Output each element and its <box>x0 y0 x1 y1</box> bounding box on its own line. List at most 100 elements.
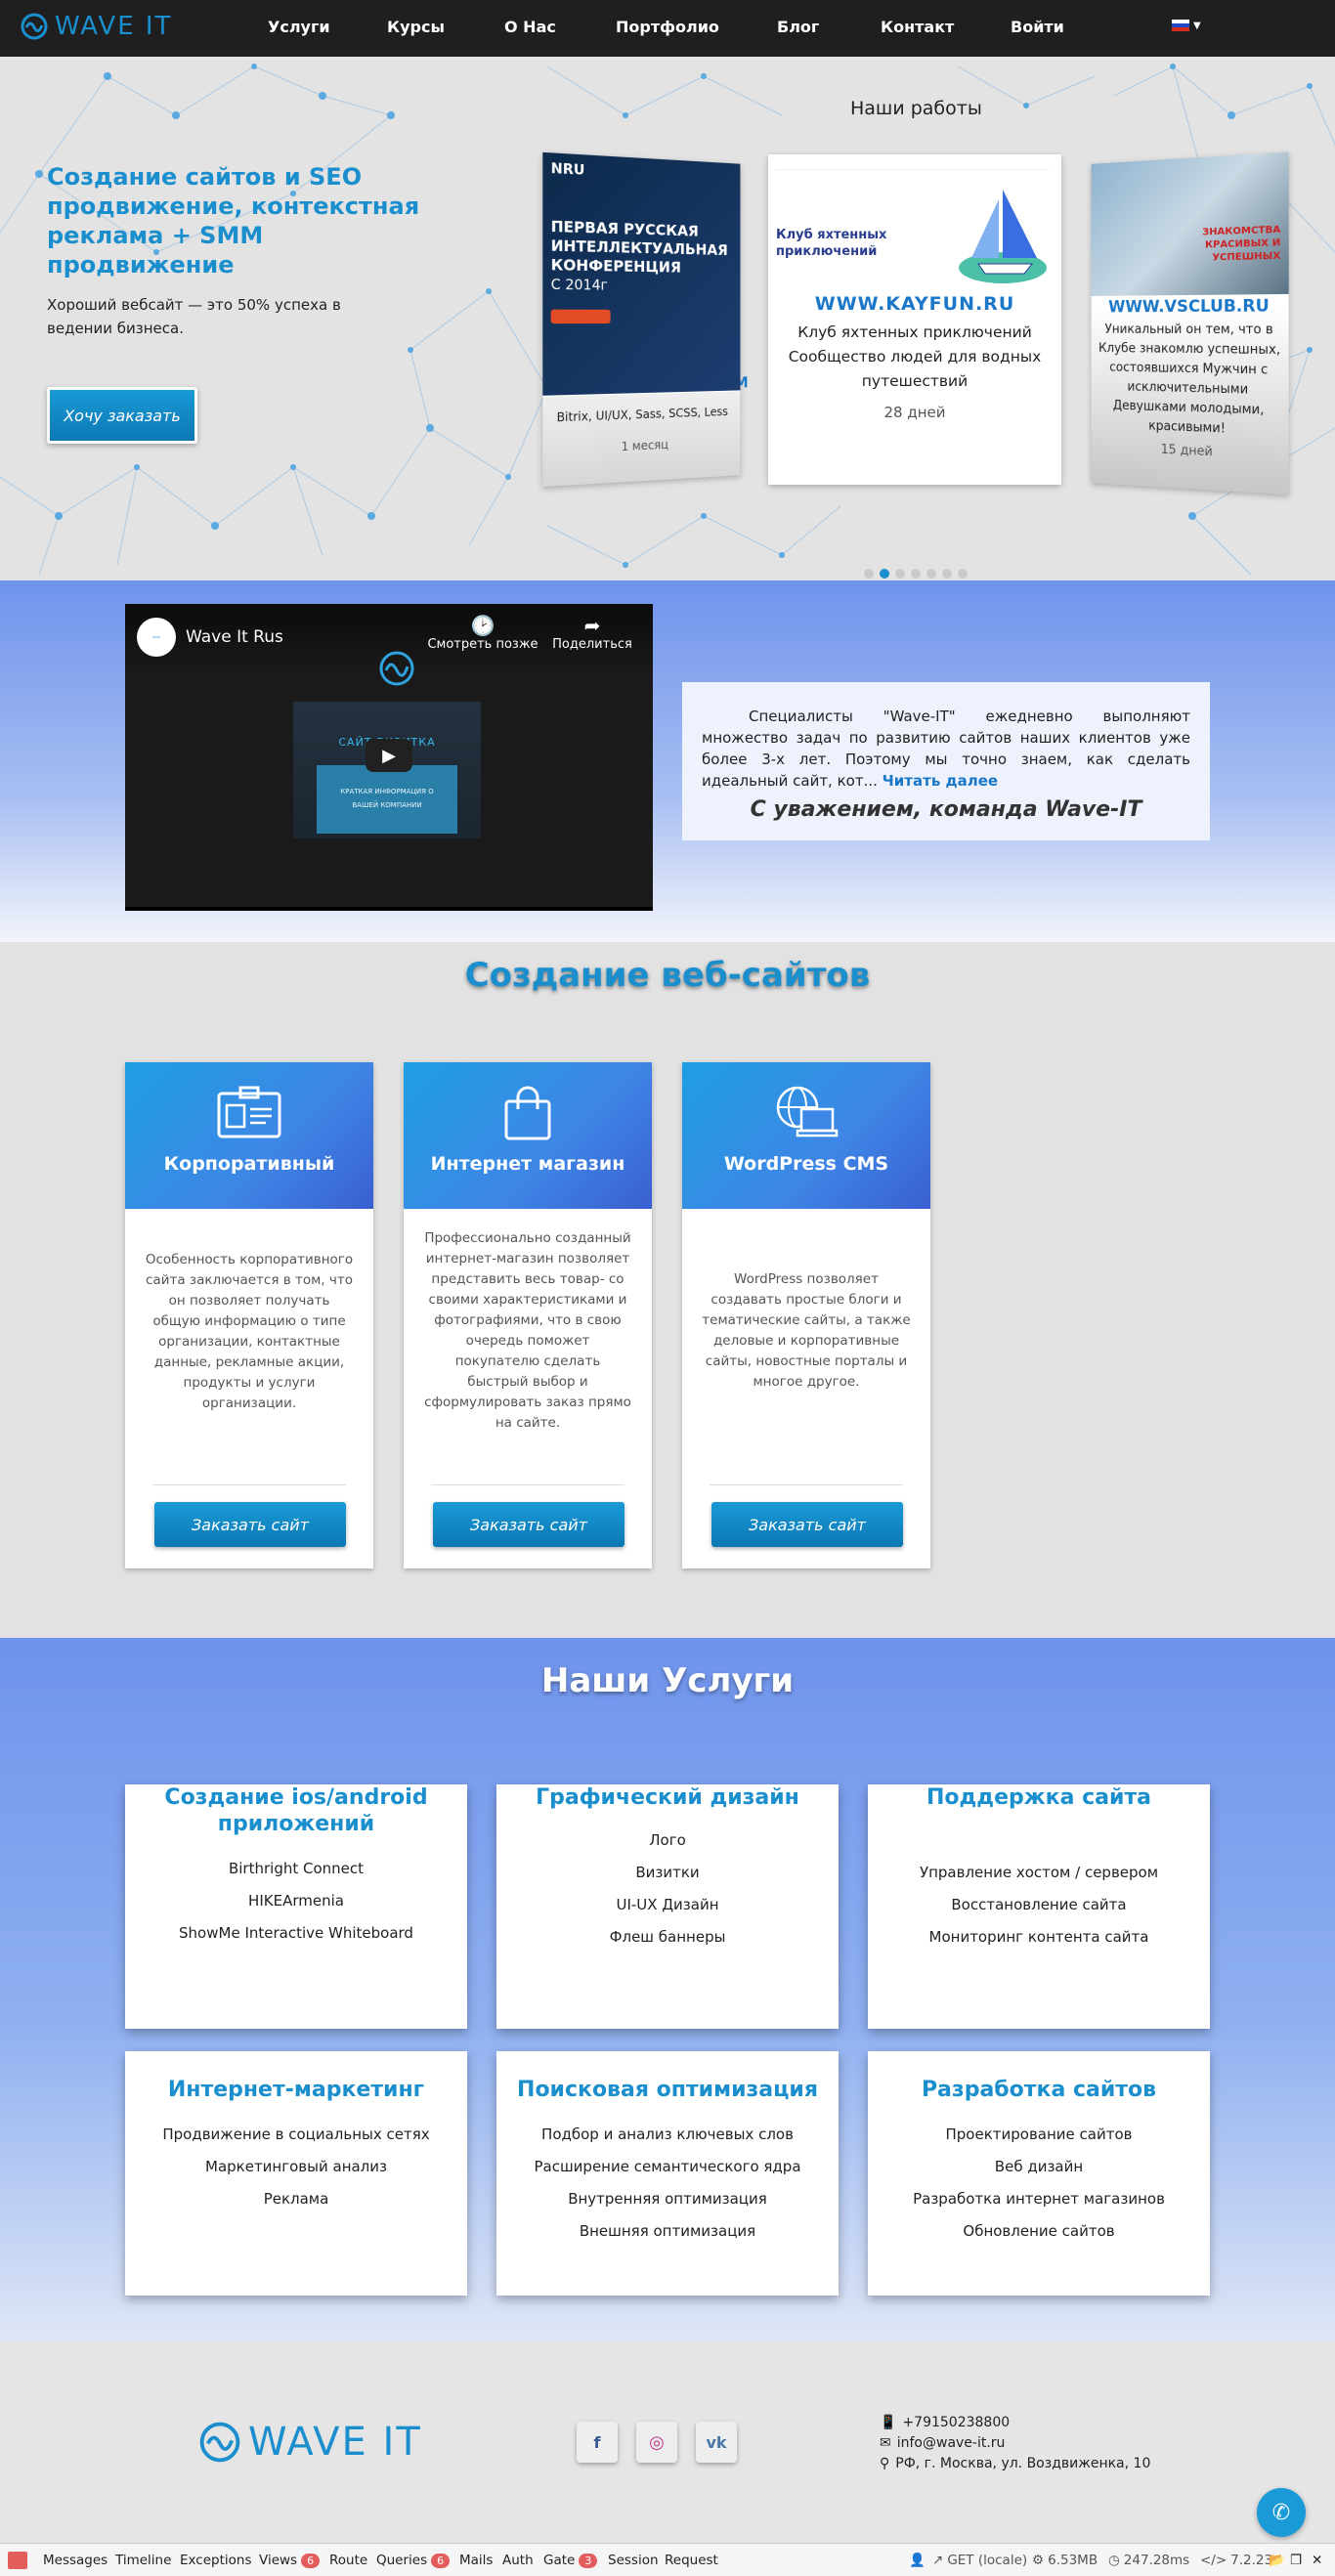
service-card-marketing: Интернет-маркетинг Продвижение в социаль… <box>125 2051 467 2296</box>
slide-duration: 1 месяц <box>621 437 668 454</box>
debug-tab-route[interactable]: Route <box>329 2553 367 2568</box>
method-text: GET (locale) <box>947 2553 1028 2568</box>
service-item: Флеш баннеры <box>609 1928 726 1946</box>
carousel-dot[interactable] <box>942 569 952 579</box>
debug-tab-queries[interactable]: Queries 6 <box>376 2553 451 2568</box>
debug-tab-timeline[interactable]: Timeline <box>115 2553 171 2568</box>
service-card-seo: Поисковая оптимизация Подбор и анализ кл… <box>496 2051 839 2296</box>
debug-restore-button[interactable]: ❐ <box>1290 2553 1302 2568</box>
order-cta-button[interactable]: Хочу заказать <box>47 387 197 444</box>
channel-name[interactable]: Wave It Rus <box>186 627 283 647</box>
debug-tab-messages[interactable]: Messages <box>43 2553 108 2568</box>
shopping-bag-icon <box>504 1086 551 1140</box>
portfolio-slide-inru[interactable]: NRU ПЕРВАЯ РУССКАЯ ИНТЕЛЛЕКТУАЛЬНАЯ КОНФ… <box>542 151 749 488</box>
service-item: Лого <box>649 1831 686 1849</box>
debug-close-button[interactable]: ✕ <box>1312 2553 1322 2568</box>
site-logo[interactable]: WAVE IT <box>20 12 172 41</box>
order-site-button[interactable]: Заказать сайт <box>711 1502 903 1547</box>
debug-tab-request[interactable]: Request <box>665 2553 718 2568</box>
debug-php-version: </> 7.2.23 <box>1200 2553 1272 2568</box>
carousel-dot[interactable] <box>895 569 905 579</box>
portfolio-slide-vsclub[interactable]: ЗНАКОМСТВА КРАСИВЫХ И УСПЕШНЫХ WWW.VSCLU… <box>1091 151 1289 495</box>
tab-label: Views <box>259 2553 298 2568</box>
window-restore-icon: ❐ <box>1290 2553 1303 2568</box>
nav-item-courses[interactable]: Курсы <box>387 18 445 36</box>
service-list: Проектирование сайтов Веб дизайн Разрабо… <box>868 2119 1210 2248</box>
service-card-web-dev: Разработка сайтов Проектирование сайтов … <box>868 2051 1210 2296</box>
play-button[interactable]: ▶ <box>366 739 412 772</box>
order-site-button[interactable]: Заказать сайт <box>433 1502 624 1547</box>
callback-phone-button[interactable]: ✆ <box>1257 2488 1306 2537</box>
debug-tab-auth[interactable]: Auth <box>502 2553 534 2568</box>
nav-item-services[interactable]: Услуги <box>268 18 330 36</box>
tab-label: Session <box>608 2553 659 2568</box>
nav-item-login[interactable]: Войти <box>1011 18 1064 36</box>
debug-tab-views[interactable]: Views 6 <box>259 2553 321 2568</box>
service-item: Продвижение в социальных сетях <box>162 2125 430 2143</box>
share-icon: ➦ <box>583 614 601 637</box>
tab-label: Queries <box>376 2553 428 2568</box>
service-item: Восстановление сайта <box>951 1896 1127 1913</box>
footer-email[interactable]: ✉ info@wave-it.ru <box>880 2435 1005 2451</box>
wave-logo-icon <box>199 2422 240 2463</box>
nav-item-blog[interactable]: Блог <box>777 18 819 36</box>
folder-open-icon: 📂 <box>1269 2553 1285 2568</box>
service-item: Разработка интернет магазинов <box>913 2190 1165 2208</box>
footer-logo[interactable]: WAVE IT <box>197 2420 422 2465</box>
watch-later-button[interactable]: 🕑 Смотреть позже <box>426 614 539 652</box>
debug-tab-mails[interactable]: Mails <box>459 2553 493 2568</box>
language-selector[interactable]: ▼ <box>1172 20 1201 31</box>
carousel-dot[interactable] <box>926 569 936 579</box>
service-card-graphic-design: Графический дизайн Лого Визитки UI-UX Ди… <box>496 1784 839 2029</box>
tab-label: Messages <box>43 2553 108 2568</box>
slide-preview: NRU ПЕРВАЯ РУССКАЯ ИНТЕЛЛЕКТУАЛЬНАЯ КОНФ… <box>542 151 741 396</box>
tab-label: Exceptions <box>180 2553 252 2568</box>
debug-tab-gate[interactable]: Gate 3 <box>543 2553 598 2568</box>
carousel-dot[interactable] <box>911 569 921 579</box>
card-text: Особенность корпоративного сайта заключа… <box>145 1252 354 1411</box>
debug-tab-session[interactable]: Session <box>608 2553 659 2568</box>
vk-link[interactable]: vk <box>696 2422 737 2463</box>
nav-item-portfolio[interactable]: Портфолио <box>616 18 719 36</box>
address-text: РФ, г. Москва, ул. Воздвиженка, 10 <box>895 2456 1151 2471</box>
card-divider <box>152 1484 346 1485</box>
website-card-wordpress: WordPress CMS WordPress позволяет создав… <box>682 1062 930 1568</box>
service-item: UI-UX Дизайн <box>616 1896 719 1913</box>
carousel-dot-active[interactable] <box>880 569 889 579</box>
share-button[interactable]: ➦ Поделиться <box>551 614 633 652</box>
debug-user-icon[interactable]: 👤 <box>909 2553 926 2568</box>
carousel-dot[interactable] <box>958 569 968 579</box>
debug-tab-exceptions[interactable]: Exceptions <box>180 2553 251 2568</box>
debug-open-button[interactable]: 📂 <box>1269 2553 1285 2568</box>
service-title: Интернет-маркетинг <box>167 2078 425 2102</box>
nav-item-about[interactable]: О Нас <box>504 18 556 36</box>
read-more-link[interactable]: Читать далее <box>883 772 998 790</box>
debugbar-logo-icon[interactable] <box>8 2552 27 2569</box>
slide-site-url: WWW.VSCLUB.RU <box>1108 296 1270 318</box>
facebook-link[interactable]: f <box>577 2422 618 2463</box>
footer-phone[interactable]: 📱 +79150238800 <box>880 2415 1010 2430</box>
preview-topbar <box>776 160 1050 170</box>
service-item: Визитки <box>635 1864 700 1881</box>
services-heading: Наши Услуги <box>540 1661 795 1700</box>
cogs-icon: ⚙ <box>1032 2553 1045 2568</box>
instagram-link[interactable]: ◎ <box>636 2422 677 2463</box>
carousel-dot[interactable] <box>864 569 874 579</box>
tab-badge: 3 <box>579 2553 598 2568</box>
service-card-mobile-apps: Создание ios/android приложений Birthrig… <box>125 1784 467 2029</box>
card-text: Профессионально созданный интернет-магаз… <box>424 1230 631 1431</box>
service-item: Расширение семантического ядра <box>534 2158 801 2175</box>
channel-avatar[interactable]: 〰 <box>137 618 176 657</box>
card-header <box>682 1062 930 1209</box>
debug-request-method[interactable]: ↗ GET (locale) <box>932 2553 1027 2568</box>
tab-label: Mails <box>459 2553 494 2568</box>
preview-button <box>550 309 611 324</box>
slide-preview: Клуб яхтенных приключений <box>768 154 1061 291</box>
youtube-video-player[interactable]: 〰 Wave It Rus 🕑 Смотреть позже ➦ Поделит… <box>125 604 653 911</box>
portfolio-slide-kayfun[interactable]: Клуб яхтенных приключений WWW.KAYFUN.RU … <box>768 154 1061 485</box>
wave-logo-icon <box>379 651 414 686</box>
order-site-button[interactable]: Заказать сайт <box>154 1502 346 1547</box>
nav-item-contact[interactable]: Контакт <box>881 18 954 36</box>
service-item: Мониторинг контента сайта <box>928 1928 1149 1946</box>
card-title: Интернет магазин <box>430 1153 625 1175</box>
